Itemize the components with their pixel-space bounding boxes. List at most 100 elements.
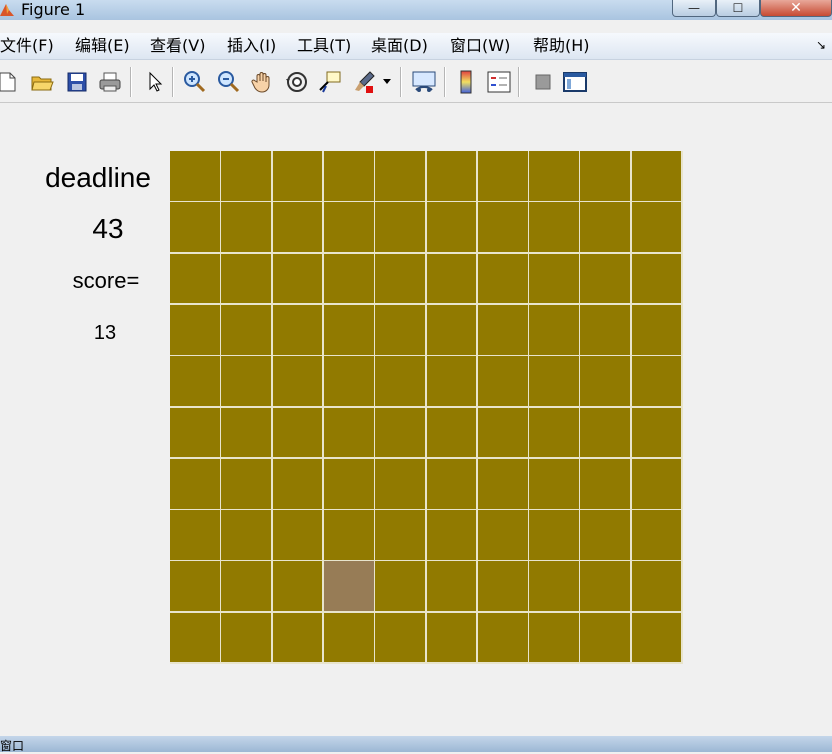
board-cell[interactable] <box>375 612 425 663</box>
save-icon[interactable] <box>64 69 90 95</box>
board-cell[interactable] <box>529 561 579 612</box>
maximize-button[interactable]: ☐ <box>716 0 760 17</box>
open-folder-icon[interactable] <box>29 69 55 95</box>
board-cell[interactable] <box>631 407 682 458</box>
board-cell[interactable] <box>170 356 220 406</box>
board-cell[interactable] <box>477 407 528 458</box>
board-cell[interactable] <box>529 510 579 560</box>
board-cell[interactable] <box>323 612 374 663</box>
board-cell[interactable] <box>426 356 477 406</box>
board-cell[interactable] <box>170 151 220 201</box>
board-cell[interactable] <box>323 304 374 355</box>
board-cell[interactable] <box>272 253 323 304</box>
board-cell[interactable] <box>323 202 374 253</box>
board-cell[interactable] <box>272 561 323 612</box>
board-cell[interactable] <box>221 151 272 201</box>
board-cell[interactable] <box>272 151 323 201</box>
board-cell[interactable] <box>631 510 682 560</box>
board-cell[interactable] <box>426 407 477 458</box>
board-cell[interactable] <box>170 202 220 253</box>
colorbar-icon[interactable] <box>453 69 479 95</box>
board-cell[interactable] <box>631 612 682 663</box>
board-cell[interactable] <box>631 561 682 612</box>
board-cell[interactable] <box>529 407 579 458</box>
board-cell[interactable] <box>426 151 477 201</box>
board-cell[interactable] <box>375 561 425 612</box>
menu-desktop[interactable]: 桌面(D) <box>371 36 428 56</box>
zoom-out-icon[interactable] <box>216 69 242 95</box>
board-cell[interactable] <box>477 202 528 253</box>
menu-help[interactable]: 帮助(H) <box>533 36 590 56</box>
menu-overflow-icon[interactable]: ↘ <box>816 38 826 52</box>
board-cell[interactable] <box>477 253 528 304</box>
board-cell[interactable] <box>272 304 323 355</box>
board-cell[interactable] <box>375 407 425 458</box>
board-cell[interactable] <box>631 458 682 509</box>
menu-tools[interactable]: 工具(T) <box>297 36 351 56</box>
board-cell[interactable] <box>221 561 272 612</box>
new-file-icon[interactable] <box>0 69 20 95</box>
board-cell[interactable] <box>580 304 631 355</box>
board-cell[interactable] <box>426 458 477 509</box>
board-cell[interactable] <box>529 458 579 509</box>
board-cell[interactable] <box>170 510 220 560</box>
board-cell[interactable] <box>580 407 631 458</box>
board-cell[interactable] <box>477 561 528 612</box>
board-cell[interactable] <box>221 458 272 509</box>
board-cell[interactable] <box>477 612 528 663</box>
board-cell[interactable] <box>580 612 631 663</box>
board-cell[interactable] <box>426 510 477 560</box>
board-cell[interactable] <box>426 561 477 612</box>
board-cell[interactable] <box>221 407 272 458</box>
board-cell[interactable] <box>323 151 374 201</box>
pan-hand-icon[interactable] <box>250 69 276 95</box>
link-plot-icon[interactable] <box>411 69 437 95</box>
menu-insert[interactable]: 插入(I) <box>227 36 276 56</box>
board-cell[interactable] <box>272 612 323 663</box>
menu-file[interactable]: 文件(F) <box>0 36 54 56</box>
zoom-in-icon[interactable] <box>182 69 208 95</box>
show-plot-tools-icon[interactable] <box>562 69 588 95</box>
board-cell[interactable] <box>529 253 579 304</box>
board-cell[interactable] <box>426 304 477 355</box>
menu-view[interactable]: 查看(V) <box>150 36 205 56</box>
board-cell[interactable] <box>375 304 425 355</box>
menu-edit[interactable]: 编辑(E) <box>75 36 130 56</box>
board-cell[interactable] <box>580 356 631 406</box>
board-cell[interactable] <box>221 253 272 304</box>
hide-plot-tools-icon[interactable] <box>530 69 556 95</box>
board-cell[interactable] <box>323 510 374 560</box>
minimize-button[interactable]: — <box>672 0 716 17</box>
close-button[interactable]: ✕ <box>760 0 832 17</box>
pointer-icon[interactable] <box>142 69 168 95</box>
board-cell[interactable] <box>529 612 579 663</box>
board-cell[interactable] <box>580 510 631 560</box>
brush-icon[interactable] <box>352 69 378 95</box>
board-cell[interactable] <box>323 253 374 304</box>
board-cell-highlighted[interactable] <box>323 561 374 612</box>
board-cell[interactable] <box>323 407 374 458</box>
board-cell[interactable] <box>221 612 272 663</box>
board-cell[interactable] <box>375 356 425 406</box>
board-cell[interactable] <box>529 356 579 406</box>
board-cell[interactable] <box>580 458 631 509</box>
board-cell[interactable] <box>272 510 323 560</box>
board-cell[interactable] <box>477 356 528 406</box>
board-cell[interactable] <box>170 304 220 355</box>
board-cell[interactable] <box>170 612 220 663</box>
board-cell[interactable] <box>272 202 323 253</box>
board-cell[interactable] <box>631 253 682 304</box>
board-cell[interactable] <box>631 202 682 253</box>
board-cell[interactable] <box>375 151 425 201</box>
board-cell[interactable] <box>323 356 374 406</box>
board-cell[interactable] <box>375 458 425 509</box>
legend-icon[interactable] <box>486 69 512 95</box>
board-cell[interactable] <box>170 458 220 509</box>
board-cell[interactable] <box>477 458 528 509</box>
board-cell[interactable] <box>170 407 220 458</box>
print-icon[interactable] <box>97 69 123 95</box>
brush-dropdown-icon[interactable] <box>380 69 394 95</box>
board-cell[interactable] <box>529 202 579 253</box>
board-cell[interactable] <box>477 304 528 355</box>
board-cell[interactable] <box>631 356 682 406</box>
